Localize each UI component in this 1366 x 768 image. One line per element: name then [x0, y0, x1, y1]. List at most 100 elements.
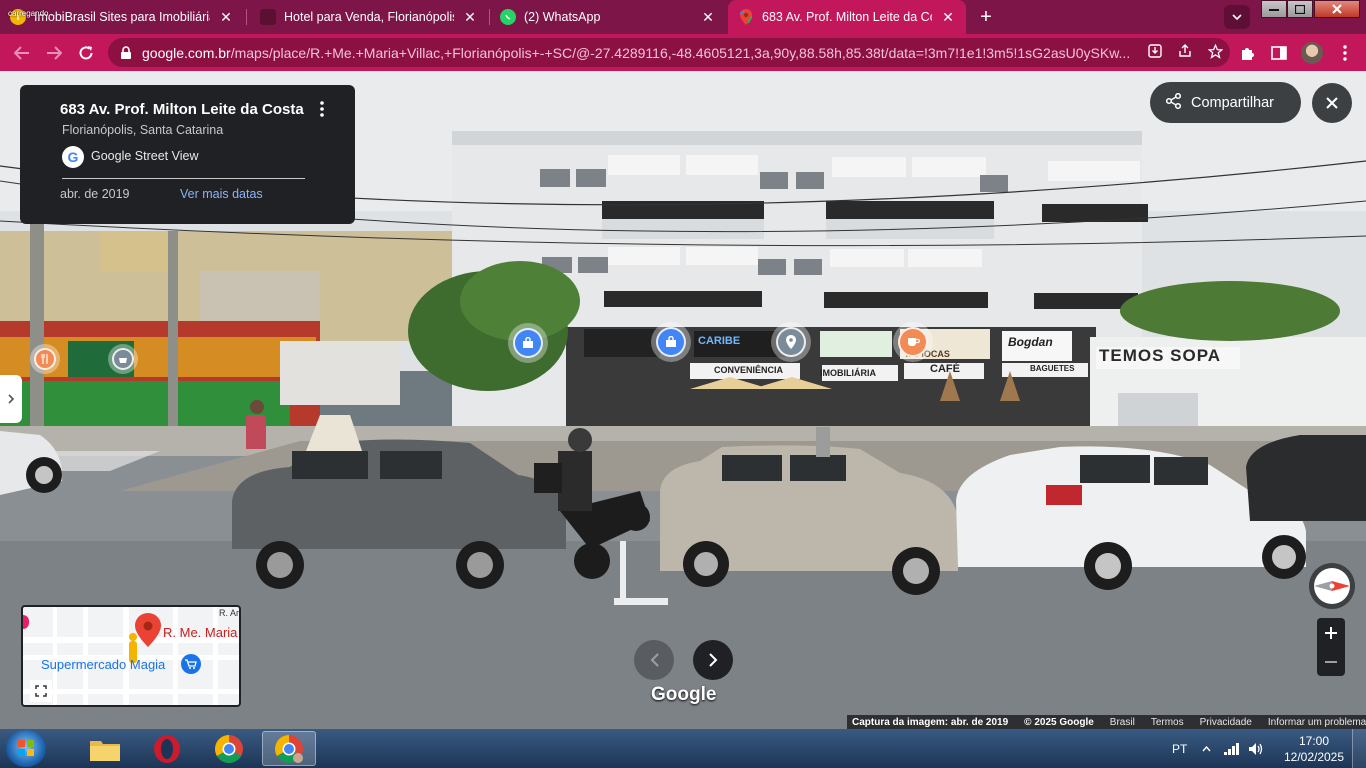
volume-icon[interactable]: [1248, 729, 1264, 768]
sign-temos-sopa: TEMOS SOPA: [1099, 346, 1222, 365]
show-desktop-button[interactable]: [1352, 729, 1366, 768]
url-path: /maps/place/R.+Me.+Maria+Villac,+Florian…: [230, 44, 1131, 61]
more-options-icon[interactable]: [316, 101, 328, 121]
tab-whatsapp[interactable]: (2) WhatsApp ✕: [490, 0, 726, 34]
shopping-basket-marker-icon[interactable]: [112, 348, 134, 370]
chrome-icon[interactable]: [202, 731, 256, 766]
location-subtitle: Florianópolis, Santa Catarina: [62, 123, 224, 137]
file-explorer-icon[interactable]: [78, 731, 132, 766]
sign-bogdan: Bogdan: [1008, 335, 1053, 349]
share-page-icon[interactable]: [1170, 44, 1200, 61]
close-tab-icon[interactable]: ✕: [700, 9, 716, 26]
tab-separator: [246, 9, 247, 25]
copyright-text: © 2025 Google: [1024, 716, 1094, 728]
restaurant-marker-icon[interactable]: [34, 348, 56, 370]
coffee-cup-marker-icon[interactable]: [898, 327, 928, 357]
opera-icon[interactable]: [140, 731, 194, 766]
install-app-icon[interactable]: [1140, 44, 1170, 61]
terms-link[interactable]: Termos: [1151, 717, 1184, 728]
share-button[interactable]: Compartilhar: [1150, 82, 1301, 123]
sign-caribe: CARIBE: [698, 335, 741, 347]
street-view-panorama[interactable]: TEMOS SOPA CONVENIÊNCIA IMOBILIÁRIA CAFÉ…: [0, 71, 1366, 729]
location-info-card: 683 Av. Prof. Milton Leite da Costa Flor…: [20, 85, 355, 224]
minimap[interactable]: R. Me. Maria R. Ar Supermercado Magia: [21, 605, 241, 707]
forward-button[interactable]: [42, 41, 66, 65]
zoom-controls: [1317, 618, 1345, 676]
expand-side-panel-chevron-icon[interactable]: [0, 375, 22, 423]
language-indicator[interactable]: PT: [1172, 729, 1187, 768]
location-pin-marker-icon[interactable]: [776, 327, 806, 357]
google-maps-icon: [738, 9, 754, 25]
reload-button[interactable]: [74, 41, 98, 65]
google-watermark: Google: [651, 684, 717, 705]
see-more-dates-link[interactable]: Ver mais datas: [180, 187, 263, 201]
sign-imobiliaria: IMOBILIÁRIA: [820, 368, 876, 378]
close-window-button[interactable]: [1314, 0, 1360, 18]
street-label-short: R. Ar: [219, 608, 240, 618]
map-footer: Captura da imagem: abr. de 2019 © 2025 G…: [847, 715, 1366, 729]
close-tab-icon[interactable]: ✕: [218, 9, 234, 26]
country-link[interactable]: Brasil: [1110, 717, 1135, 728]
close-tab-icon[interactable]: ✕: [462, 9, 478, 26]
street-view-source: Google Street View: [91, 149, 199, 163]
loading-overlay-text: carregando...: [8, 9, 56, 18]
minimize-window-button[interactable]: [1261, 0, 1287, 18]
compass-icon[interactable]: [1309, 563, 1355, 609]
tab-title: ImobiBrasil Sites para Imobiliárias: [34, 10, 210, 24]
chrome-profile-icon[interactable]: [262, 731, 316, 766]
windows-taskbar: PT 17:00 12/02/2025: [0, 729, 1366, 768]
new-tab-button[interactable]: +: [972, 4, 1000, 30]
poi-pink-marker: [23, 615, 29, 629]
side-panel-icon[interactable]: [1268, 42, 1290, 64]
privacy-link[interactable]: Privacidade: [1200, 717, 1252, 728]
street-label: R. Me. Maria: [163, 625, 238, 640]
tab-strip: i ImobiBrasil Sites para Imobiliárias ✕ …: [0, 0, 1366, 34]
divider: [62, 178, 305, 179]
close-tab-icon[interactable]: ✕: [940, 9, 956, 26]
profile-avatar[interactable]: [1301, 42, 1323, 64]
sign-cafe: CAFÉ: [930, 363, 960, 375]
network-signal-icon[interactable]: [1224, 729, 1240, 768]
maximize-window-button[interactable]: [1287, 0, 1313, 18]
next-arrow-button[interactable]: [693, 640, 733, 680]
previous-arrow-button[interactable]: [634, 640, 674, 680]
tab-search-chevron-icon[interactable]: [1224, 5, 1250, 29]
hotel-site-icon: [260, 9, 276, 25]
whatsapp-icon: [500, 9, 516, 25]
sign-conveniencia: CONVENIÊNCIA: [714, 365, 784, 375]
clock-time: 17:00: [1298, 734, 1330, 748]
expand-map-icon[interactable]: [30, 680, 52, 702]
google-logo-icon: G: [62, 146, 84, 168]
sign-baguetes: BAGUETES: [1030, 364, 1075, 373]
share-icon: [1165, 92, 1182, 112]
capture-date-footer: Captura da imagem: abr. de 2019: [852, 716, 1009, 728]
shopping-bag-marker-icon[interactable]: [656, 327, 686, 357]
shopping-cart-icon: [181, 654, 201, 674]
bookmark-star-icon[interactable]: [1200, 43, 1230, 62]
tab-hotel[interactable]: Hotel para Venda, Florianópolis / SC ✕: [250, 0, 488, 34]
chrome-menu-icon[interactable]: [1334, 42, 1356, 64]
url-text[interactable]: google.com.br/maps/place/R.+Me.+Maria+Vi…: [142, 45, 1140, 61]
location-title: 683 Av. Prof. Milton Leite da Costa: [60, 101, 304, 118]
zoom-in-button[interactable]: [1317, 618, 1345, 647]
tab-google-maps[interactable]: 683 Av. Prof. Milton Leite da Costa ✕: [728, 0, 966, 34]
url-domain: google.com.br: [142, 44, 231, 61]
back-button[interactable]: [10, 41, 34, 65]
start-button-windows-icon[interactable]: [6, 730, 46, 767]
address-bar[interactable]: google.com.br/maps/place/R.+Me.+Maria+Vi…: [108, 38, 1230, 67]
tab-title: 683 Av. Prof. Milton Leite da Costa: [762, 10, 932, 24]
extensions-puzzle-icon[interactable]: [1237, 42, 1259, 64]
clock-date: 12/02/2025: [1283, 750, 1345, 764]
poi-label: Supermercado Magia: [41, 657, 166, 672]
close-street-view-button[interactable]: [1312, 83, 1352, 123]
site-info-icon[interactable]: [120, 45, 132, 60]
report-problem-link[interactable]: Informar um problema: [1268, 717, 1366, 728]
zoom-out-button[interactable]: [1317, 647, 1345, 676]
capture-date: abr. de 2019: [60, 187, 130, 201]
browser-toolbar: google.com.br/maps/place/R.+Me.+Maria+Vi…: [0, 34, 1366, 71]
show-hidden-icons-icon[interactable]: [1202, 729, 1211, 768]
system-clock[interactable]: 17:00 12/02/2025: [1283, 733, 1345, 765]
share-label: Compartilhar: [1191, 94, 1274, 111]
tab-title: Hotel para Venda, Florianópolis / SC: [284, 10, 454, 24]
shopping-bag-marker-icon[interactable]: [513, 328, 543, 358]
